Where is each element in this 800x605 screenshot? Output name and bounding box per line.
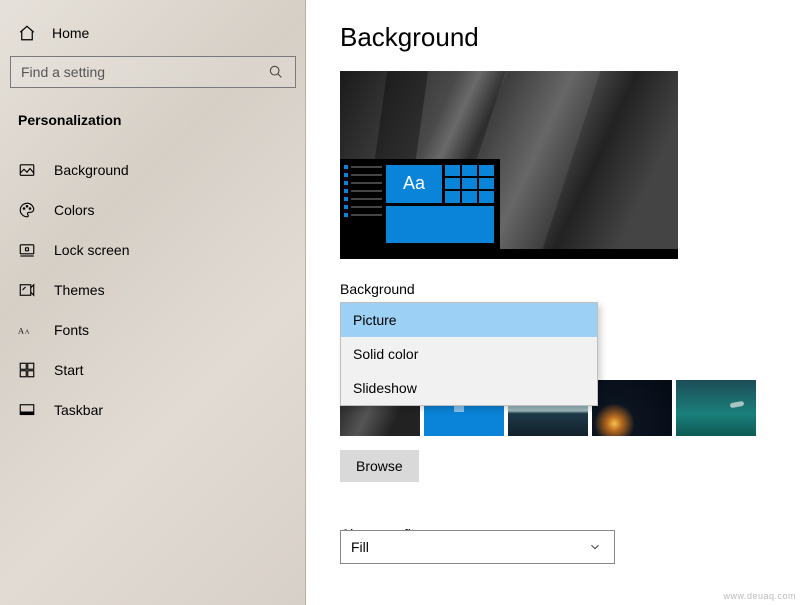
- home-label: Home: [52, 25, 89, 41]
- sidebar-item-label: Taskbar: [54, 402, 103, 418]
- sidebar-item-label: Lock screen: [54, 242, 129, 258]
- sidebar-nav: Background Colors Lock screen Themes: [0, 144, 306, 430]
- fit-selected-value: Fill: [351, 539, 369, 555]
- section-title: Personalization: [0, 106, 306, 144]
- fit-dropdown[interactable]: Fill: [340, 530, 615, 564]
- lockscreen-icon: [18, 241, 36, 259]
- background-dropdown-label: Background: [340, 281, 800, 297]
- sidebar-item-background[interactable]: Background: [0, 150, 306, 190]
- browse-button[interactable]: Browse: [340, 450, 419, 482]
- desktop-preview: Aa: [340, 71, 678, 259]
- search-input-wrap[interactable]: [10, 56, 296, 88]
- sidebar-item-start[interactable]: Start: [0, 350, 306, 390]
- taskbar-icon: [18, 401, 36, 419]
- picture-icon: [18, 161, 36, 179]
- home-nav[interactable]: Home: [0, 10, 306, 56]
- sidebar-item-label: Background: [54, 162, 129, 178]
- palette-icon: [18, 201, 36, 219]
- chevron-down-icon: [586, 538, 604, 556]
- home-icon: [18, 24, 36, 42]
- svg-text:A: A: [18, 326, 24, 335]
- background-dropdown[interactable]: Picture Solid color Slideshow: [340, 302, 598, 406]
- page-title: Background: [340, 22, 800, 53]
- dropdown-option-picture[interactable]: Picture: [341, 303, 597, 337]
- sidebar-item-colors[interactable]: Colors: [0, 190, 306, 230]
- svg-text:A: A: [25, 328, 30, 335]
- sidebar-item-label: Themes: [54, 282, 105, 298]
- search-icon: [267, 63, 285, 81]
- sidebar-item-label: Fonts: [54, 322, 89, 338]
- fonts-icon: AA: [18, 321, 36, 339]
- sidebar-item-taskbar[interactable]: Taskbar: [0, 390, 306, 430]
- picture-thumbnail[interactable]: [592, 380, 672, 436]
- start-icon: [18, 361, 36, 379]
- search-input[interactable]: [21, 64, 267, 80]
- settings-sidebar: Home Personalization Background: [0, 0, 306, 605]
- sidebar-item-fonts[interactable]: AA Fonts: [0, 310, 306, 350]
- watermark: www.deuaq.com: [723, 591, 796, 601]
- main-panel: Background Aa: [306, 0, 800, 605]
- picture-thumbnail[interactable]: [676, 380, 756, 436]
- sidebar-item-themes[interactable]: Themes: [0, 270, 306, 310]
- sidebar-item-label: Start: [54, 362, 84, 378]
- sidebar-item-lockscreen[interactable]: Lock screen: [0, 230, 306, 270]
- preview-sample-text: Aa: [386, 165, 442, 203]
- sidebar-item-label: Colors: [54, 202, 94, 218]
- dropdown-option-slideshow[interactable]: Slideshow: [341, 371, 597, 405]
- dropdown-option-solid-color[interactable]: Solid color: [341, 337, 597, 371]
- themes-icon: [18, 281, 36, 299]
